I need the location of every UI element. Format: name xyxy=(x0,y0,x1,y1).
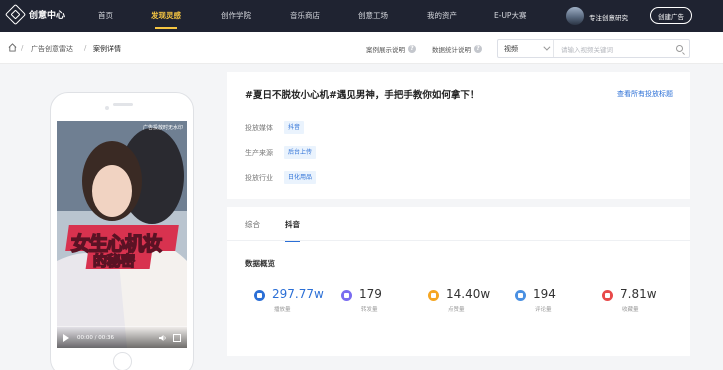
comment-icon xyxy=(515,290,526,301)
stat-value: 179 xyxy=(359,287,382,301)
user-name[interactable]: 专注创意研究 xyxy=(589,12,628,22)
media-label: 投放媒体 xyxy=(245,124,273,132)
volume-icon[interactable] xyxy=(159,334,167,342)
stat-value: 7.81w xyxy=(620,287,657,301)
thumbs-up-icon xyxy=(428,290,439,301)
breadcrumb-separator: / xyxy=(84,44,87,52)
search-input[interactable]: 请输入视频关键词 xyxy=(554,40,689,57)
case-title: #夏日不脱妆小心机#遇见男神，手把手教你如何拿下！ xyxy=(245,90,480,101)
case-note-label: 案例展示说明 xyxy=(366,46,405,54)
play-icon xyxy=(254,290,265,301)
case-note-link[interactable]: 案例展示说明 ? xyxy=(366,44,416,54)
nav-item-my-assets[interactable]: 我的资产 xyxy=(427,10,457,21)
stat-value: 194 xyxy=(533,287,556,301)
top-nav-bar: 创意中心 首页 发现灵感 创作学院 音乐商店 创意工场 我的资产 E-UP大赛 … xyxy=(0,0,723,32)
question-icon: ? xyxy=(408,45,416,53)
nav-item-creative-workshop[interactable]: 创意工场 xyxy=(358,10,388,21)
video-player[interactable]: 广告投放时无水印 女生心机妆 的秘密 00:00 / 00:36 xyxy=(57,121,187,348)
nav-item-music-store[interactable]: 音乐商店 xyxy=(290,10,320,21)
breadcrumb-current: 案例详情 xyxy=(93,45,121,53)
avatar[interactable] xyxy=(566,7,584,25)
nav-item-discover[interactable]: 发现灵感 xyxy=(151,10,181,29)
tab-overall[interactable]: 综合 xyxy=(245,219,260,230)
media-tag: 抖音 xyxy=(284,121,305,134)
tab-divider xyxy=(227,240,690,241)
nav-item-academy[interactable]: 创作学院 xyxy=(221,10,251,21)
phone-preview: 广告投放时无水印 女生心机妆 的秘密 00:00 / 00:36 xyxy=(50,92,194,370)
stat-label: 收藏量 xyxy=(622,307,639,313)
video-watermark: 广告投放时无水印 xyxy=(142,125,183,131)
industry-tag: 日化用品 xyxy=(284,171,317,184)
nav-item-eup-contest[interactable]: E-UP大赛 xyxy=(494,10,526,21)
video-time: 00:00 / 00:36 xyxy=(77,335,115,341)
share-icon xyxy=(341,290,352,301)
source-label: 生产来源 xyxy=(245,149,273,157)
stat-label: 评论量 xyxy=(535,307,552,313)
search-icon[interactable] xyxy=(676,45,683,52)
view-all-titles-link[interactable]: 查看所有投放标题 xyxy=(617,89,673,99)
stat-label: 点赞量 xyxy=(448,307,465,313)
question-icon: ? xyxy=(474,45,482,53)
stats-section-title: 数据概览 xyxy=(245,259,275,268)
stats-note-label: 数据统计说明 xyxy=(432,46,471,54)
brand-logo-icon xyxy=(4,3,27,26)
chevron-down-icon xyxy=(543,43,551,51)
star-icon xyxy=(602,290,613,301)
search-type-value: 视频 xyxy=(504,44,518,53)
tab-douyin[interactable]: 抖音 xyxy=(285,219,300,242)
fullscreen-icon[interactable] xyxy=(173,334,181,342)
stats-note-link[interactable]: 数据统计说明 ? xyxy=(432,44,482,54)
stat-label: 转发量 xyxy=(361,307,378,313)
phone-home-button xyxy=(113,352,132,370)
search-type-select[interactable]: 视频 xyxy=(498,40,554,57)
brand[interactable]: 创意中心 xyxy=(4,3,66,26)
create-ad-button[interactable]: 创建广告 xyxy=(650,7,692,24)
stats-card: 综合 抖音 数据概览 297.77w 播放量 179 转发量 14.40w 点赞… xyxy=(227,207,690,356)
home-icon[interactable] xyxy=(8,43,17,52)
video-controls: 00:00 / 00:36 xyxy=(57,326,187,348)
industry-label: 投放行业 xyxy=(245,174,273,182)
search-placeholder: 请输入视频关键词 xyxy=(561,45,613,54)
stat-value: 297.77w xyxy=(272,287,324,301)
video-overlay-title: 女生心机妆 的秘密 xyxy=(65,219,179,271)
stat-label: 播放量 xyxy=(274,307,291,313)
nav-item-home[interactable]: 首页 xyxy=(98,10,113,21)
phone-speaker xyxy=(113,103,133,106)
play-icon[interactable] xyxy=(63,334,69,342)
source-tag: 后台上传 xyxy=(284,146,317,159)
case-info-card: #夏日不脱妆小心机#遇见男神，手把手教你如何拿下！ 查看所有投放标题 投放媒体 … xyxy=(227,72,690,199)
brand-name: 创意中心 xyxy=(29,11,66,21)
breadcrumb-separator: / xyxy=(21,44,24,52)
stat-value: 14.40w xyxy=(446,287,491,301)
video-overlay-line2: 的秘密 xyxy=(92,253,136,271)
phone-camera xyxy=(105,106,109,110)
search-box: 视频 请输入视频关键词 xyxy=(497,39,690,58)
breadcrumb-radar[interactable]: 广告创意雷达 xyxy=(31,44,73,54)
